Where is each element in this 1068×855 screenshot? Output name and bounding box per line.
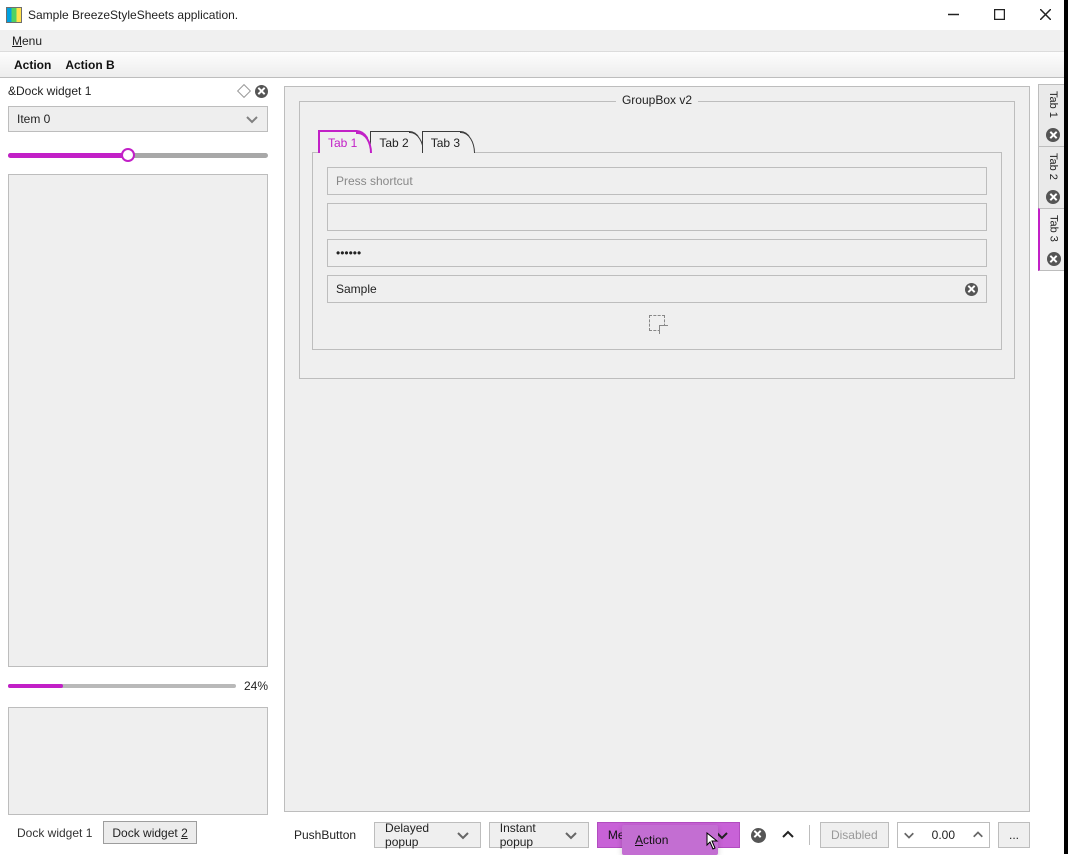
pushbutton[interactable]: PushButton — [284, 822, 366, 848]
toolbar: Action Action B — [0, 52, 1068, 78]
chevron-down-icon — [456, 828, 470, 842]
more-button[interactable]: ... — [998, 822, 1030, 848]
dock-title: &Dock widget 1 — [8, 84, 91, 98]
password-input[interactable]: •••••• — [327, 239, 987, 267]
app-icon — [6, 7, 22, 23]
window-minimize-button[interactable] — [930, 0, 976, 30]
window-close-button[interactable] — [1022, 0, 1068, 30]
groupbox-v2: GroupBox v2 Tab 1 Tab 2 Tab 3 Press shor… — [299, 101, 1015, 379]
dock-combobox-value: Item 0 — [17, 112, 50, 126]
close-circle-icon[interactable] — [1046, 190, 1060, 204]
toolbar-divider — [809, 825, 810, 845]
dock-slider[interactable] — [8, 146, 268, 164]
dock-float-icon[interactable] — [237, 84, 251, 98]
spin-decrement[interactable] — [898, 829, 920, 841]
popup-menu[interactable]: Action — [622, 825, 718, 855]
up-tool-button[interactable] — [778, 822, 799, 848]
dock-combobox[interactable]: Item 0 — [8, 106, 268, 132]
shortcut-input[interactable]: Press shortcut — [327, 167, 987, 195]
bottom-tab-dock2[interactable]: Dock widget 2 — [103, 821, 196, 844]
close-tool-button[interactable] — [748, 822, 769, 848]
mouse-cursor-icon — [706, 832, 720, 850]
window-titlebar: Sample BreezeStyleSheets application. — [0, 0, 1068, 30]
close-circle-icon[interactable] — [1046, 128, 1060, 142]
toolbar-action[interactable]: Action — [14, 58, 51, 72]
broken-image-icon — [649, 315, 665, 331]
spin-value: 0.00 — [920, 828, 967, 842]
clear-input-icon[interactable] — [965, 283, 978, 296]
window-title: Sample BreezeStyleSheets application. — [28, 8, 238, 22]
dock-progress-label: 24% — [244, 679, 268, 693]
slider-thumb[interactable] — [121, 148, 135, 162]
dock-empty-frame — [8, 707, 268, 815]
spin-increment[interactable] — [967, 829, 989, 841]
delayed-popup-button[interactable]: Delayed popup — [374, 822, 481, 848]
dock-widget-1: &Dock widget 1 Item 0 24% Dock wi — [0, 78, 276, 854]
menu-menu[interactable]: Menu — [6, 32, 48, 50]
close-circle-icon — [751, 828, 766, 843]
empty-input[interactable] — [327, 203, 987, 231]
bottom-tab-dock1[interactable]: Dock widget 1 — [8, 821, 101, 844]
main-area: GroupBox v2 Tab 1 Tab 2 Tab 3 Press shor… — [284, 86, 1030, 812]
sample-input-value: Sample — [336, 282, 377, 296]
dock-progressbar — [8, 684, 236, 688]
tabstrip: Tab 1 Tab 2 Tab 3 — [312, 130, 1002, 153]
toolbar-action-b[interactable]: Action B — [65, 58, 114, 72]
instant-popup-button[interactable]: Instant popup — [489, 822, 589, 848]
menubar: Menu — [0, 30, 1068, 52]
tab-2[interactable]: Tab 2 — [370, 131, 423, 153]
sample-input[interactable]: Sample — [327, 275, 987, 303]
groupbox-title: GroupBox v2 — [616, 93, 698, 107]
window-maximize-button[interactable] — [976, 0, 1022, 30]
popup-item-action[interactable]: Action — [623, 831, 717, 849]
tab-1-page: Press shortcut •••••• Sample — [312, 152, 1002, 350]
tab-3[interactable]: Tab 3 — [422, 131, 475, 153]
spinbox[interactable]: 0.00 — [897, 822, 990, 848]
dock-close-icon[interactable] — [255, 85, 268, 98]
dock-listbox[interactable] — [8, 174, 268, 667]
chevron-down-icon — [564, 828, 578, 842]
close-circle-icon[interactable] — [1047, 252, 1061, 266]
disabled-button: Disabled — [820, 822, 889, 848]
chevron-down-icon — [245, 112, 259, 126]
tab-1[interactable]: Tab 1 — [318, 130, 372, 153]
